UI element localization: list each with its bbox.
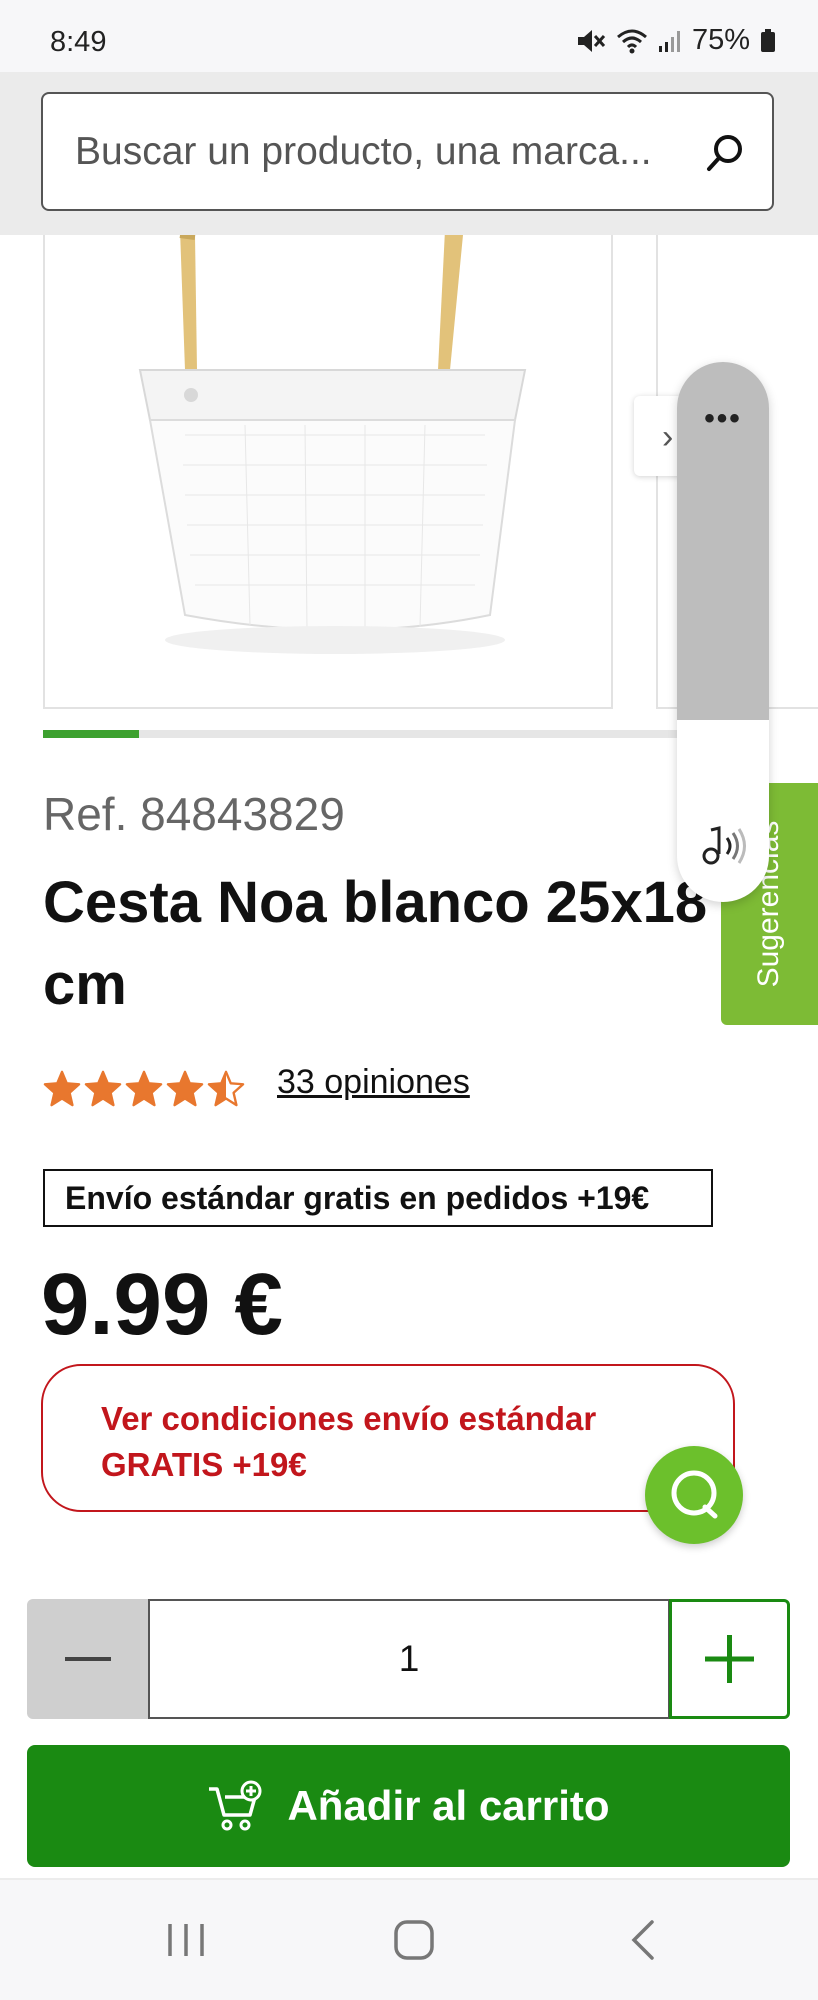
battery-percent: 75%: [691, 24, 750, 56]
floating-widget[interactable]: •••: [677, 362, 769, 902]
wifi-icon: [616, 29, 647, 53]
basket-illustration: [138, 235, 527, 654]
recents-icon[interactable]: [165, 1920, 207, 1960]
search-input[interactable]: Buscar un producto, una marca...: [41, 92, 774, 211]
search-placeholder: Buscar un producto, una marca...: [75, 130, 652, 173]
plus-icon: [705, 1635, 754, 1683]
star-icon: [125, 1070, 163, 1107]
rating-stars[interactable]: [43, 1070, 245, 1108]
quantity-input[interactable]: 1: [148, 1599, 670, 1719]
product-title: Cesta Noa blanco 25x18 cm: [43, 870, 708, 1017]
sound-icon[interactable]: [697, 824, 751, 870]
gallery-progress: [43, 730, 685, 738]
status-bar: 8:49 75%: [0, 0, 818, 72]
shipping-conditions-label: Ver condiciones envío estándar GRATIS +1…: [101, 1400, 597, 1483]
shipping-banner: Envío estándar gratis en pedidos +19€: [43, 1169, 713, 1227]
back-icon[interactable]: [628, 1918, 658, 1962]
chat-icon: [671, 1470, 718, 1519]
star-icon: [84, 1070, 122, 1107]
home-icon[interactable]: [392, 1918, 436, 1962]
search-icon[interactable]: [704, 132, 746, 174]
minus-icon: [65, 1657, 111, 1661]
shipping-conditions-button[interactable]: Ver condiciones envío estándar GRATIS +1…: [41, 1364, 735, 1512]
quantity-increase-button[interactable]: [669, 1599, 790, 1719]
system-nav-bar: [0, 1880, 818, 2000]
product-image[interactable]: [43, 235, 613, 709]
star-icon: [43, 1070, 81, 1107]
chat-button[interactable]: [645, 1446, 743, 1544]
add-to-cart-label: Añadir al carrito: [287, 1782, 610, 1829]
reviews-link[interactable]: 33 opiniones: [277, 1063, 470, 1102]
product-price: 9.99 €: [41, 1256, 283, 1353]
battery-icon: [761, 28, 775, 52]
cart-add-icon: [209, 1780, 262, 1831]
chevron-right-icon: ›: [662, 418, 674, 456]
mute-icon: [577, 29, 606, 52]
product-ref: Ref. 84843829: [43, 788, 345, 840]
star-icon: [207, 1070, 245, 1107]
status-time: 8:49: [50, 26, 107, 58]
signal-icon: [658, 30, 680, 52]
star-icon: [166, 1070, 204, 1107]
add-to-cart-button[interactable]: Añadir al carrito: [27, 1745, 790, 1867]
quantity-decrease-button[interactable]: [27, 1599, 149, 1719]
gallery-progress-fill: [43, 730, 140, 738]
more-options-icon[interactable]: •••: [677, 402, 769, 436]
status-icons: 75%: [576, 24, 776, 57]
